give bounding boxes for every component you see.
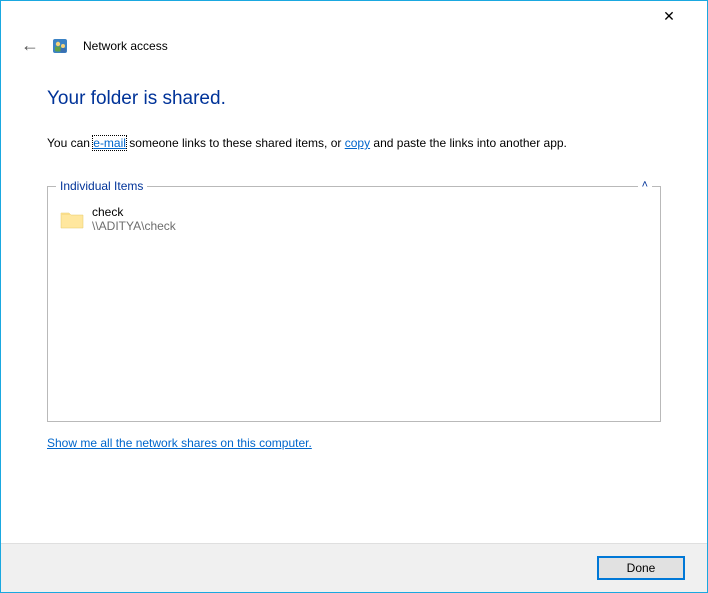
instruction-text: You can e-mail someone links to these sh… [47, 134, 661, 152]
content-area: Your folder is shared. You can e-mail so… [1, 76, 707, 450]
list-item[interactable]: check \\ADITYA\check [58, 203, 650, 235]
item-text: check \\ADITYA\check [92, 205, 176, 233]
email-link[interactable]: e-mail [93, 136, 126, 150]
chevron-up-icon[interactable]: ˄ [638, 179, 652, 191]
text-part: someone links to these shared items, or [126, 136, 345, 150]
page-title: Your folder is shared. [47, 88, 661, 110]
individual-items-group: Individual Items ˄ check \\ADITYA\check [47, 186, 661, 422]
network-access-icon [51, 37, 69, 55]
done-button[interactable]: Done [597, 556, 685, 580]
close-icon[interactable]: ✕ [649, 1, 689, 31]
group-legend: Individual Items [56, 179, 147, 193]
item-path: \\ADITYA\check [92, 219, 176, 233]
show-all-shares-link-row: Show me all the network shares on this c… [47, 436, 661, 450]
title-bar: ✕ [1, 1, 707, 31]
back-arrow-icon[interactable]: ← [21, 35, 37, 56]
folder-icon [60, 209, 84, 229]
item-name: check [92, 205, 176, 219]
footer-bar: Done [1, 543, 707, 592]
show-all-shares-link[interactable]: Show me all the network shares on this c… [47, 436, 312, 450]
header-row: ← Network access [1, 31, 707, 76]
copy-link[interactable]: copy [345, 136, 370, 150]
text-part: and paste the links into another app. [370, 136, 567, 150]
app-title: Network access [83, 39, 168, 53]
text-part: You can [47, 136, 93, 150]
